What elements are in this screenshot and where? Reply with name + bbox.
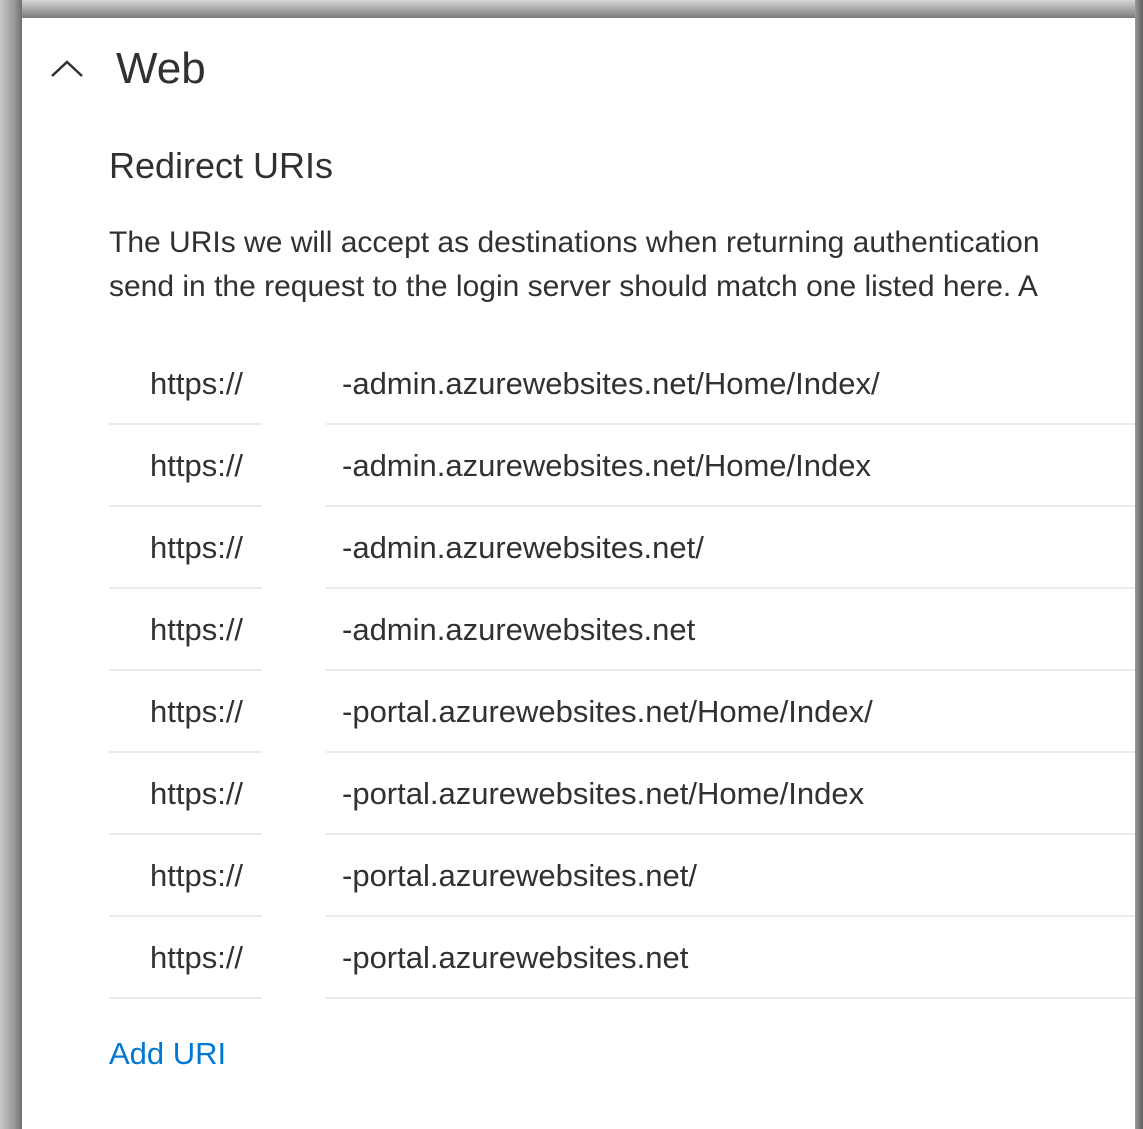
uri-host-path: -admin.azurewebsites.net/Home/Index (342, 448, 871, 483)
chevron-up-icon[interactable] (48, 54, 86, 84)
uri-scheme: https:// (150, 940, 244, 975)
uri-host-path: -portal.azurewebsites.net (342, 940, 689, 975)
window-frame-right (1135, 0, 1143, 1129)
uri-host-path: -portal.azurewebsites.net/Home/Index/ (342, 694, 873, 729)
redirect-uris-heading: Redirect URIs (109, 145, 334, 186)
uri-scheme: https:// (150, 612, 244, 647)
uri-host-path: -admin.azurewebsites.net (342, 612, 696, 647)
uri-host-path: -admin.azurewebsites.net/Home/Index/ (342, 366, 880, 401)
uri-host-path: -portal.azurewebsites.net/Home/Index (342, 776, 865, 811)
uri-scheme: https:// (150, 448, 244, 483)
uri-scheme: https:// (150, 858, 244, 893)
section-title: Web (116, 44, 206, 93)
uri-host-path: -portal.azurewebsites.net/ (342, 858, 697, 893)
uri-scheme: https:// (150, 776, 244, 811)
description-line: The URIs we will accept as destinations … (109, 226, 1040, 259)
redirect-uris-description: The URIs we will accept as destinations … (109, 221, 1135, 309)
window-frame-top (0, 0, 1143, 18)
uri-scheme: https:// (150, 530, 244, 565)
uri-scheme: https:// (150, 694, 244, 729)
window-frame-left (0, 0, 22, 1129)
uri-host-path: -admin.azurewebsites.net/ (342, 530, 704, 565)
description-line: send in the request to the login server … (109, 270, 1038, 303)
add-uri-link[interactable]: Add URI (109, 1034, 226, 1074)
redaction-block (262, 368, 326, 1008)
web-platform-panel: Web Redirect URIs The URIs we will accep… (22, 18, 1135, 1129)
uri-scheme: https:// (150, 366, 244, 401)
section-header[interactable]: Web (48, 44, 206, 94)
